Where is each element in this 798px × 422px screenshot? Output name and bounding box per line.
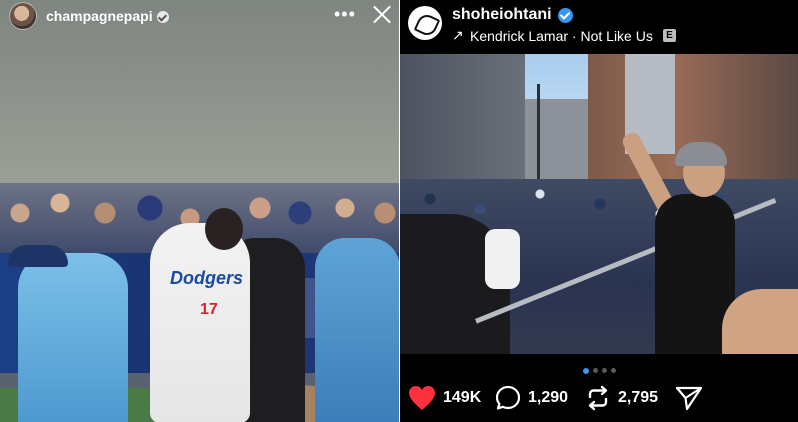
story-viewer: Dodgers 17 champagnepapi ••• [0, 0, 400, 422]
batter-helmet [205, 208, 243, 250]
carousel-dot [610, 368, 616, 374]
pitcher-cap [8, 245, 68, 267]
batter-figure [150, 223, 250, 422]
share-button[interactable] [675, 380, 703, 416]
post-photo[interactable] [400, 54, 798, 354]
share-icon [675, 386, 703, 411]
explicit-badge-icon: E [663, 29, 676, 42]
jersey-wordmark: Dodgers [170, 268, 244, 288]
post-viewer: shoheiohtani ↗ Kendrick Lamar · Not Like… [400, 0, 798, 422]
comment-icon [495, 385, 521, 410]
repost-button[interactable]: 2,795 [585, 380, 658, 416]
post-header: shoheiohtani ↗ Kendrick Lamar · Not Like… [400, 0, 798, 52]
repost-count: 2,795 [618, 389, 659, 406]
music-arrow-icon: ↗ [452, 27, 464, 43]
heart-icon [409, 386, 435, 410]
jersey-number: 17 [200, 301, 218, 318]
post-username[interactable]: shoheiohtani [452, 6, 552, 24]
close-icon[interactable] [370, 2, 394, 26]
carousel-dot [592, 368, 598, 374]
story-avatar[interactable] [9, 2, 37, 30]
comment-count: 1,290 [528, 389, 569, 406]
comment-button[interactable]: 1,290 [495, 380, 568, 416]
like-count: 149K [443, 389, 482, 406]
story-username-text[interactable]: champagnepapi [46, 8, 153, 24]
story-username[interactable]: champagnepapi [46, 8, 169, 24]
waving-man-cap [675, 142, 727, 166]
verified-badge-icon [156, 11, 169, 24]
action-bar: 149K 1,290 2,795 [400, 380, 798, 416]
story-photo[interactable]: Dodgers 17 [0, 183, 400, 422]
pitcher-figure [18, 253, 128, 422]
carousel-indicator [400, 362, 798, 374]
like-button[interactable]: 149K [408, 380, 481, 416]
more-options-icon[interactable]: ••• [334, 4, 356, 25]
music-track-label[interactable]: Kendrick Lamar · Not Like Us [470, 28, 653, 44]
carousel-dot [601, 368, 607, 374]
catcher-figure [315, 238, 400, 422]
repost-icon [588, 385, 608, 411]
carousel-dot-active [582, 367, 589, 374]
person-left-sleeve [485, 229, 520, 289]
verified-badge-icon [558, 8, 573, 23]
